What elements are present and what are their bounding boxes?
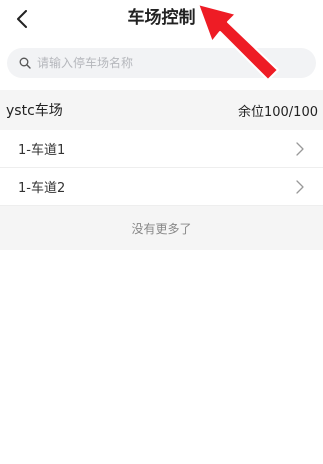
- parking-lot-header: ystc车场 余位100/100: [0, 90, 323, 130]
- page: 车场控制 ystc车场 余位100/100 1-车道1 1-车道2 没: [0, 0, 323, 464]
- chevron-right-icon: [295, 179, 305, 194]
- lane-item[interactable]: 1-车道1: [0, 130, 323, 168]
- search-icon: [19, 57, 31, 69]
- parking-lot-name: ystc车场: [6, 103, 63, 119]
- lane-item[interactable]: 1-车道2: [0, 168, 323, 206]
- no-more-indicator: 没有更多了: [0, 206, 323, 250]
- parking-lot-remaining: 余位100/100: [237, 104, 318, 120]
- chevron-right-icon: [295, 141, 305, 156]
- annotation-arrow-icon: [197, 3, 279, 81]
- lane-label: 1-车道1: [18, 143, 66, 158]
- lane-label: 1-车道2: [18, 181, 66, 196]
